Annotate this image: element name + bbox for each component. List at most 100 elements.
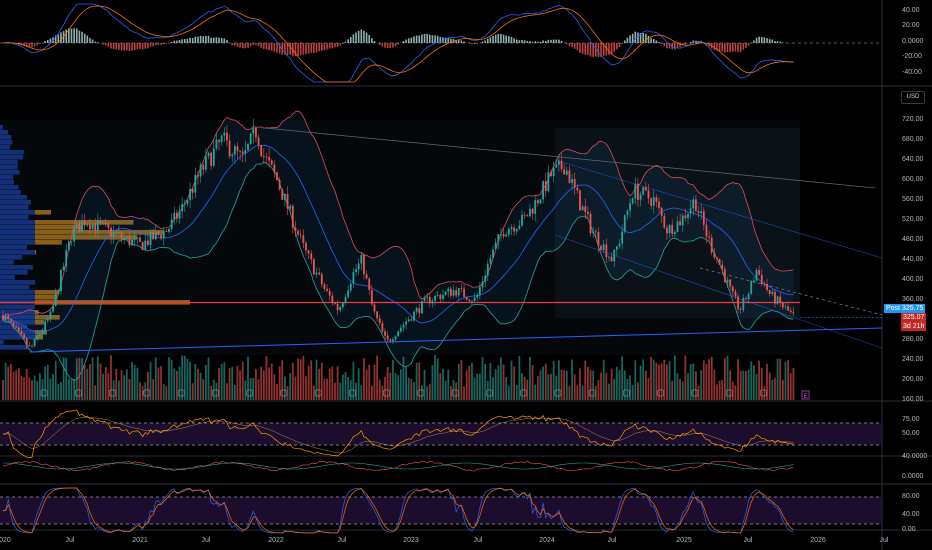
candle-body xyxy=(278,180,281,190)
currency-button[interactable]: USD xyxy=(901,91,925,104)
candle-body xyxy=(268,156,270,161)
candle-body xyxy=(67,241,70,251)
candle-body xyxy=(128,236,131,246)
macd-histogram-bar xyxy=(234,43,236,46)
volume-bar xyxy=(276,384,278,400)
macd-histogram-bar xyxy=(139,43,141,50)
volume-bar xyxy=(20,375,23,400)
candle-body xyxy=(189,188,191,201)
volume-bar xyxy=(436,358,439,400)
candle-body xyxy=(752,280,755,282)
volume-bar xyxy=(449,386,452,400)
volume-bar xyxy=(539,370,542,400)
volume-bar xyxy=(10,364,12,400)
candle-body xyxy=(473,297,476,301)
trading-chart[interactable]: E xyxy=(0,0,932,550)
volume-bar xyxy=(60,381,62,400)
volume-bar xyxy=(592,370,595,400)
candle-body xyxy=(478,287,481,295)
macd-histogram-bar xyxy=(658,42,660,43)
macd-histogram-bar xyxy=(339,43,342,46)
candle-body xyxy=(344,297,347,303)
candle-body xyxy=(299,234,302,236)
candle-body xyxy=(57,291,60,294)
macd-histogram-bar xyxy=(65,29,68,43)
volume-bar xyxy=(152,379,155,400)
volume-bar xyxy=(615,366,618,400)
macd-histogram-bar xyxy=(307,43,310,54)
macd-histogram-bar xyxy=(257,43,260,47)
macd-histogram-bar xyxy=(191,37,194,43)
candle-body xyxy=(629,203,631,211)
macd-histogram-bar xyxy=(560,41,563,43)
candle-body xyxy=(54,293,57,306)
candle-body xyxy=(768,289,771,295)
macd-histogram-bar xyxy=(91,39,94,43)
macd-histogram-bar xyxy=(371,38,373,43)
macd-histogram-bar xyxy=(60,32,62,43)
macd-histogram-bar xyxy=(721,43,724,52)
macd-histogram-bar xyxy=(505,35,508,43)
macd-histogram-bar xyxy=(531,41,534,43)
volume-bar xyxy=(492,377,494,400)
candle-body xyxy=(592,231,595,234)
candle-body xyxy=(581,206,584,211)
volume-bar xyxy=(489,362,492,400)
candle-body xyxy=(165,231,168,232)
candle-body xyxy=(281,189,284,200)
volume-bar xyxy=(465,370,468,400)
macd-histogram-bar xyxy=(402,41,405,43)
axis-label: 240.00 xyxy=(902,356,924,363)
candle-body xyxy=(239,151,242,152)
macd-histogram-bar xyxy=(734,43,737,52)
macd-histogram-bar xyxy=(571,43,573,48)
candle-body xyxy=(215,139,218,149)
candle-body xyxy=(339,307,342,311)
volume-bar xyxy=(310,360,313,400)
volume-bar xyxy=(239,370,242,400)
volume-bar xyxy=(608,383,610,400)
volume-bar xyxy=(352,361,355,400)
candle-body xyxy=(125,236,128,239)
volume-bar xyxy=(128,379,131,400)
volume-bar xyxy=(160,366,162,400)
macd-histogram-bar xyxy=(97,42,99,43)
macd-histogram-bar xyxy=(189,37,191,43)
volume-bar xyxy=(673,355,676,400)
volume-bar xyxy=(689,364,692,400)
candle-body xyxy=(131,239,133,246)
candle-body xyxy=(370,290,373,305)
macd-histogram-bar xyxy=(320,43,323,51)
macd-histogram-bar xyxy=(331,43,334,49)
volume-bar xyxy=(500,357,502,400)
volume-profile-bar xyxy=(0,215,29,220)
macd-histogram-bar xyxy=(149,43,152,47)
volume-bar xyxy=(189,361,191,400)
macd-histogram-bar xyxy=(489,37,492,43)
volume-bar xyxy=(220,363,223,400)
volume-bar xyxy=(133,365,136,400)
candle-body xyxy=(355,269,357,273)
volume-bar xyxy=(144,382,147,400)
volume-bar xyxy=(486,380,489,400)
macd-histogram-bar xyxy=(147,43,149,49)
candle-body xyxy=(286,193,289,209)
volume-bar xyxy=(323,378,326,400)
candle-body xyxy=(15,326,18,328)
volume-profile-bar xyxy=(0,270,28,275)
volume-bar xyxy=(165,386,168,400)
candle-body xyxy=(310,253,313,260)
macd-histogram-bar xyxy=(660,43,663,44)
axis-label: 280.00 xyxy=(902,336,924,343)
volume-bar xyxy=(613,378,616,400)
macd-histogram-bar xyxy=(397,43,399,45)
macd-histogram-bar xyxy=(558,39,560,43)
volume-bar xyxy=(739,370,742,400)
macd-histogram-bar xyxy=(621,43,623,45)
volume-bar xyxy=(49,378,52,400)
volume-bar xyxy=(226,383,228,400)
volume-bar xyxy=(763,386,766,400)
candle-body xyxy=(2,315,4,320)
candle-body xyxy=(552,167,555,176)
axis-label: 720.00 xyxy=(902,116,924,123)
